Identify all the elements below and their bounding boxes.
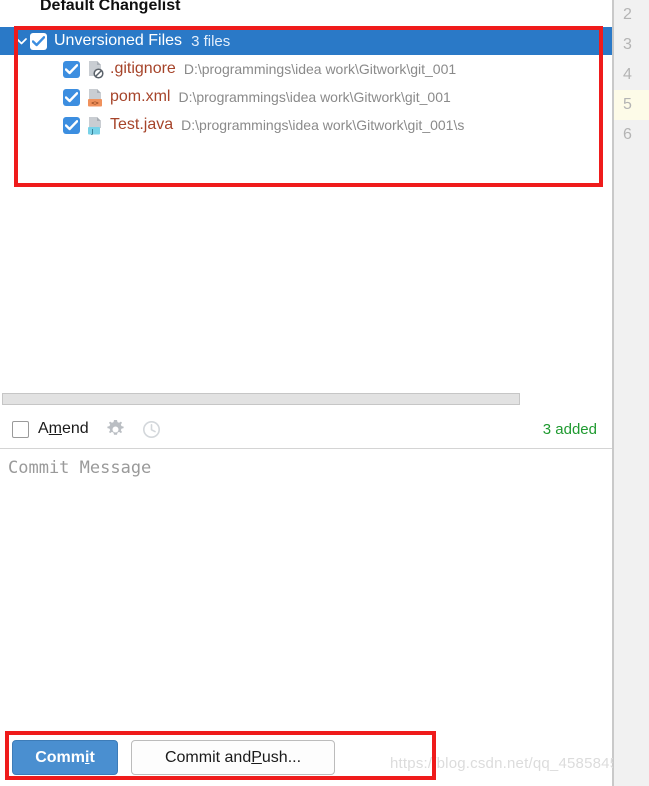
- gutter-line-number: 4: [623, 66, 632, 83]
- tree-node-unversioned-files[interactable]: Unversioned Files 3 files: [0, 27, 612, 55]
- commit-message-placeholder: Commit Message: [8, 458, 152, 478]
- commit-message-input[interactable]: Commit Message: [0, 450, 612, 730]
- watermark: https://blog.csdn.net/qq_45858458: [390, 755, 627, 772]
- tree-horizontal-scrollbar[interactable]: [0, 392, 612, 407]
- xml-file-icon: <>: [87, 88, 104, 107]
- amend-label: Amend: [38, 420, 89, 438]
- file-path: D:\programmings\idea work\Gitwork\git_00…: [181, 117, 465, 133]
- commit-button-label-before: Comm: [35, 748, 85, 766]
- file-name: pom.xml: [110, 88, 171, 105]
- checkbox-gitignore[interactable]: [63, 60, 80, 78]
- amend-label-after: end: [62, 420, 89, 437]
- file-name: Test.java: [110, 116, 174, 133]
- svg-text:J: J: [91, 127, 94, 135]
- commit-push-label-before: Commit and: [164, 748, 252, 766]
- scrollbar-thumb[interactable]: [2, 393, 520, 405]
- amend-label-before: A: [38, 420, 49, 437]
- commit-button[interactable]: Comm i t: [12, 740, 118, 775]
- gutter-line-number: 6: [623, 126, 632, 143]
- commit-and-push-button[interactable]: Commit and Push...: [131, 740, 335, 775]
- commit-panel: Default Changelist Unversioned Files 3 f…: [0, 0, 627, 786]
- tree-node-label: Unversioned Files: [54, 32, 183, 49]
- tree-row-gitignore[interactable]: .gitignore D:\programmings\idea work\Git…: [0, 55, 612, 83]
- gutter-line-number-highlighted: 5: [614, 90, 649, 120]
- changed-files-tree[interactable]: Unversioned Files 3 files .gitignore D:\…: [0, 27, 612, 390]
- commit-push-mnemonic: P: [251, 748, 262, 766]
- amend-toolbar: Amend 3 added: [0, 410, 612, 449]
- clock-icon[interactable]: [142, 420, 161, 439]
- commit-button-label-after: t: [89, 748, 95, 766]
- amend-checkbox[interactable]: [12, 420, 29, 438]
- commit-push-label-after: ush...: [261, 748, 302, 766]
- checkbox-test-java[interactable]: [63, 116, 80, 134]
- gutter-line-number: 2: [623, 6, 632, 23]
- changelist-title: Default Changelist: [40, 0, 181, 14]
- file-name: .gitignore: [110, 60, 176, 77]
- svg-text:<>: <>: [91, 100, 99, 107]
- tree-node-file-count: 3 files: [191, 32, 231, 50]
- java-file-icon: J: [87, 116, 104, 135]
- gutter-line-number: 3: [623, 36, 632, 53]
- tree-row-pom-xml[interactable]: <> pom.xml D:\programmings\idea work\Git…: [0, 83, 612, 111]
- file-path: D:\programmings\idea work\Gitwork\git_00…: [178, 89, 451, 105]
- checkbox-pom-xml[interactable]: [63, 88, 80, 106]
- editor-line-number-gutter: 2 3 4 5 6: [613, 0, 649, 786]
- amend-label-mnemonic: m: [48, 420, 62, 437]
- chevron-down-icon[interactable]: [12, 27, 30, 55]
- gear-icon[interactable]: [106, 419, 125, 439]
- file-path: D:\programmings\idea work\Gitwork\git_00…: [183, 61, 457, 77]
- added-count-status: 3 added: [542, 420, 597, 438]
- gitignore-file-icon: [87, 60, 104, 79]
- checkbox-unversioned-files[interactable]: [30, 32, 47, 50]
- tree-row-test-java[interactable]: J Test.java D:\programmings\idea work\Gi…: [0, 111, 612, 139]
